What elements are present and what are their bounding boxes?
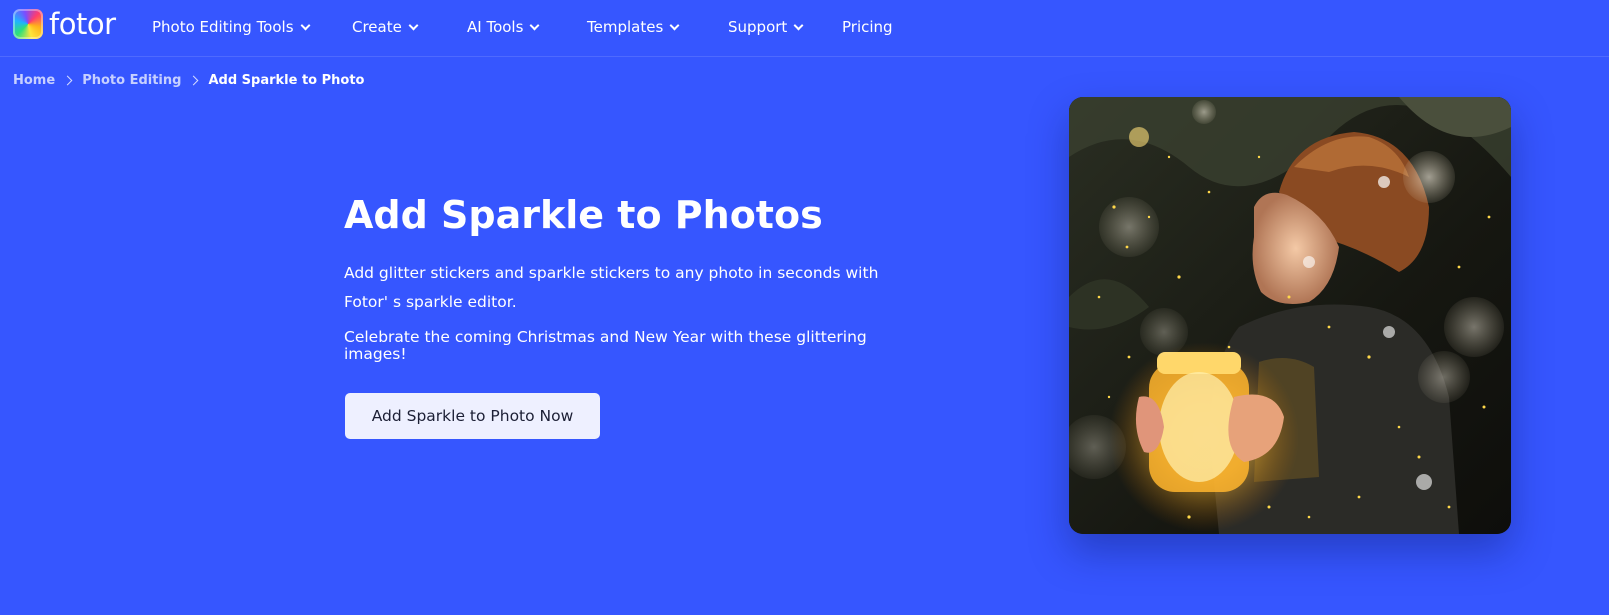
page: fotor Photo Editing Tools Create AI Tool… <box>0 0 1609 615</box>
chevron-down-icon <box>669 20 680 30</box>
nav-label: Create <box>352 18 402 36</box>
nav-label: Pricing <box>842 18 893 36</box>
page-title: Add Sparkle to Photos <box>344 193 823 237</box>
breadcrumb: Home Photo Editing Add Sparkle to Photo <box>13 71 364 89</box>
top-navigation: fotor Photo Editing Tools Create AI Tool… <box>0 0 1609 57</box>
hero-image <box>1069 97 1511 534</box>
nav-pricing[interactable]: Pricing <box>842 16 893 38</box>
hero-note: Celebrate the coming Christmas and New Y… <box>344 328 867 363</box>
fotor-logo[interactable]: fotor <box>13 9 116 39</box>
logo-text: fotor <box>49 6 116 41</box>
chevron-down-icon <box>793 20 804 30</box>
chevron-down-icon <box>529 20 540 30</box>
add-sparkle-cta-button[interactable]: Add Sparkle to Photo Now <box>345 393 600 439</box>
nav-photo-editing-tools[interactable]: Photo Editing Tools <box>152 16 310 38</box>
breadcrumb-home[interactable]: Home <box>13 73 55 88</box>
nav-label: Support <box>728 18 788 36</box>
chevron-right-icon <box>189 75 199 85</box>
nav-create[interactable]: Create <box>352 16 419 38</box>
fotor-logo-icon <box>13 9 43 39</box>
chevron-right-icon <box>62 75 73 85</box>
breadcrumb-current: Add Sparkle to Photo <box>208 72 365 88</box>
nav-support[interactable]: Support <box>728 16 804 38</box>
nav-ai-tools[interactable]: AI Tools <box>467 16 540 38</box>
sparkle-child-photo <box>1069 97 1511 534</box>
nav-label: Templates <box>587 18 664 36</box>
chevron-down-icon <box>408 20 419 30</box>
nav-label: AI Tools <box>467 18 524 36</box>
nav-label: Photo Editing Tools <box>152 18 294 36</box>
breadcrumb-photo-editing[interactable]: Photo Editing <box>82 73 181 88</box>
chevron-down-icon <box>300 20 310 30</box>
nav-templates[interactable]: Templates <box>587 16 680 38</box>
hero-description: Add glitter stickers and sparkle sticker… <box>344 264 879 311</box>
